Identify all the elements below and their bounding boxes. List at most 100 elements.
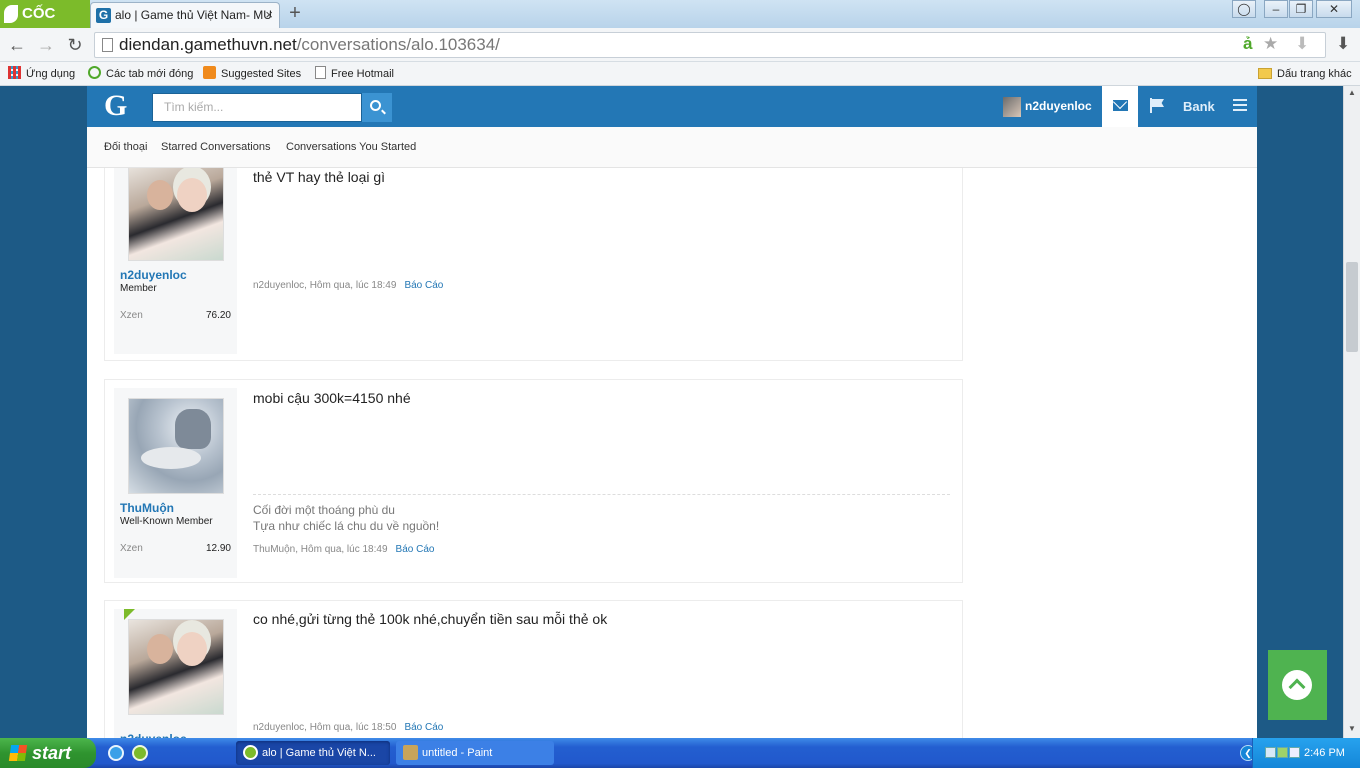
message-user-info: n2duyenloc	[114, 609, 237, 738]
tab-title: alo | Game thủ Việt Nam- MU	[115, 8, 272, 22]
signature-line: Cối đời một thoáng phù du	[253, 503, 395, 517]
subnav-starred[interactable]: Starred Conversations	[161, 127, 270, 167]
system-tray: 2:46 PM	[1252, 738, 1360, 768]
new-tab-button[interactable]: +	[285, 3, 305, 24]
scrollbar-thumb[interactable]	[1346, 262, 1358, 352]
coccoc-logo[interactable]: CỐC CỐC	[0, 0, 90, 50]
message-body: co nhé,gửi từng thẻ 100k nhé,chuyển tiền…	[253, 611, 608, 627]
inbox-button[interactable]	[1102, 86, 1138, 127]
taskbar-item-browser[interactable]: alo | Game thủ Việt N...	[236, 741, 390, 765]
back-arrow-icon[interactable]: ←	[6, 34, 28, 56]
subnav-conversations[interactable]: Đối thoại	[104, 127, 147, 167]
bookmarks-bar: Ứng dụng Các tab mới đóng Suggested Site…	[0, 62, 1360, 86]
report-link[interactable]: Báo Cáo	[404, 722, 443, 733]
star-bookmark-icon[interactable]: ★	[1263, 32, 1278, 56]
clock: 2:46 PM	[1304, 747, 1345, 759]
online-indicator-icon	[124, 609, 135, 620]
search-button[interactable]	[362, 93, 392, 122]
start-button[interactable]: start	[0, 738, 96, 768]
message-meta: n2duyenloc, Hôm qua, lúc 18:49 Báo Cáo	[253, 280, 443, 291]
message-meta-text: n2duyenloc, Hôm qua, lúc 18:49	[253, 280, 397, 291]
message-author[interactable]: ThuMuộn	[120, 501, 174, 515]
tray-network-icon[interactable]	[1277, 747, 1288, 758]
message-item: n2duyenloc Member Xzen 76.20 thẻ VT hay …	[104, 168, 963, 361]
xzen-label: Xzen	[120, 310, 143, 321]
other-bookmarks[interactable]: Dấu trang khác	[1258, 66, 1352, 82]
message-meta: n2duyenloc, Hôm qua, lúc 18:50 Báo Cáo	[253, 722, 443, 733]
browser-tab-active[interactable]: G alo | Game thủ Việt Nam- MU ×	[90, 2, 280, 28]
user-title: Member	[120, 283, 157, 294]
message-meta-text: ThuMuộn, Hôm qua, lúc 18:49	[253, 544, 388, 555]
envelope-icon	[1113, 100, 1128, 111]
minimize-button[interactable]: –	[1264, 0, 1288, 18]
url-host: diendan.gamethuvn.net	[119, 35, 297, 54]
report-link[interactable]: Báo Cáo	[404, 280, 443, 291]
coccoc-leaf-icon	[4, 5, 18, 23]
message-item: n2duyenloc co nhé,gửi từng thẻ 100k nhé,…	[104, 600, 963, 738]
hamburger-menu-icon[interactable]	[1233, 99, 1247, 111]
alerts-flag-icon[interactable]	[1149, 98, 1165, 113]
search-input[interactable]: Tìm kiếm...	[152, 93, 362, 122]
bookmark-free-hotmail[interactable]: Free Hotmail	[315, 66, 394, 82]
user-avatar[interactable]	[128, 168, 224, 261]
coccoc-icon	[243, 745, 258, 760]
coccoc-quicklaunch-icon[interactable]	[132, 745, 148, 761]
start-label: start	[32, 743, 72, 763]
site-favicon-icon: G	[96, 8, 111, 23]
user-avatar[interactable]	[128, 619, 224, 715]
browser-toolbar: ← → ↻ diendan.gamethuvn.net/conversation…	[0, 28, 1360, 62]
subnav-started[interactable]: Conversations You Started	[286, 127, 416, 167]
message-signature: Cối đời một thoáng phù du Tựa như chiếc …	[253, 494, 950, 534]
bank-link[interactable]: Bank	[1183, 86, 1215, 127]
report-link[interactable]: Báo Cáo	[396, 544, 435, 555]
bookmark-suggested-sites[interactable]: Suggested Sites	[203, 66, 301, 82]
signature-line: Tựa như chiếc lá chu du về nguồn!	[253, 519, 440, 533]
scroll-up-arrow-icon[interactable]: ▲	[1347, 88, 1357, 98]
windows-flag-icon	[8, 745, 28, 761]
xzen-value: 12.90	[205, 543, 231, 554]
forward-arrow-icon[interactable]: →	[35, 34, 57, 56]
page-scrollbar[interactable]: ▲ ▼	[1343, 86, 1360, 738]
site-logo[interactable]: G	[104, 89, 127, 123]
message-body: mobi cậu 300k=4150 nhé	[253, 390, 411, 406]
user-avatar[interactable]	[128, 398, 224, 494]
close-window-button[interactable]: ✕	[1316, 0, 1352, 18]
address-bar[interactable]: diendan.gamethuvn.net/conversations/alo.…	[94, 32, 1326, 58]
downloads-icon[interactable]: ⬇	[1336, 32, 1350, 56]
header-user-link[interactable]: n2duyenloc	[1001, 86, 1092, 127]
restore-button[interactable]: ❐	[1289, 0, 1313, 18]
folder-icon	[1258, 68, 1272, 79]
bookmark-recent-tabs-label: Các tab mới đóng	[106, 68, 194, 80]
ie-quicklaunch-icon[interactable]	[108, 745, 124, 761]
windows-taskbar: start alo | Game thủ Việt N... untitled …	[0, 738, 1360, 768]
reload-icon[interactable]: ↻	[64, 34, 86, 56]
chevron-up-icon	[1282, 670, 1312, 700]
tab-close-icon[interactable]: ×	[265, 3, 273, 27]
other-bookmarks-label: Dấu trang khác	[1277, 68, 1352, 80]
taskbar-item-paint[interactable]: untitled - Paint	[396, 741, 554, 765]
user-title: Well-Known Member	[120, 516, 213, 527]
spell-badge-icon[interactable]: ả	[1243, 32, 1252, 56]
tray-app-icon[interactable]	[1265, 747, 1276, 758]
scroll-to-top-button[interactable]	[1268, 650, 1327, 720]
paint-icon	[403, 745, 418, 760]
scroll-down-arrow-icon[interactable]: ▼	[1347, 724, 1357, 734]
xzen-value: 76.20	[205, 310, 231, 321]
bookmark-apps[interactable]: Ứng dụng	[8, 66, 75, 82]
user-avatar-mini	[1003, 97, 1021, 117]
message-user-info: n2duyenloc Member Xzen 76.20	[114, 168, 237, 354]
page-icon	[102, 38, 113, 52]
message-body: thẻ VT hay thẻ loại gì	[253, 169, 386, 185]
tray-volume-icon[interactable]	[1289, 747, 1300, 758]
message-author[interactable]: n2duyenloc	[120, 268, 187, 282]
conversation-messages: n2duyenloc Member Xzen 76.20 thẻ VT hay …	[87, 168, 1257, 738]
browser-titlebar: CỐC CỐC G alo | Game thủ Việt Nam- MU × …	[0, 0, 1360, 50]
search-icon	[370, 100, 381, 111]
savior-download-icon[interactable]: ⬇	[1295, 32, 1309, 56]
url-path: /conversations/alo.103634/	[296, 35, 500, 54]
bookmark-apps-label: Ứng dụng	[26, 68, 76, 80]
bookmark-recent-tabs[interactable]: Các tab mới đóng	[88, 66, 193, 82]
profile-icon[interactable]: ◯	[1232, 0, 1256, 18]
page-icon	[315, 66, 326, 79]
message-item: ThuMuộn Well-Known Member Xzen 12.90 mob…	[104, 379, 963, 583]
